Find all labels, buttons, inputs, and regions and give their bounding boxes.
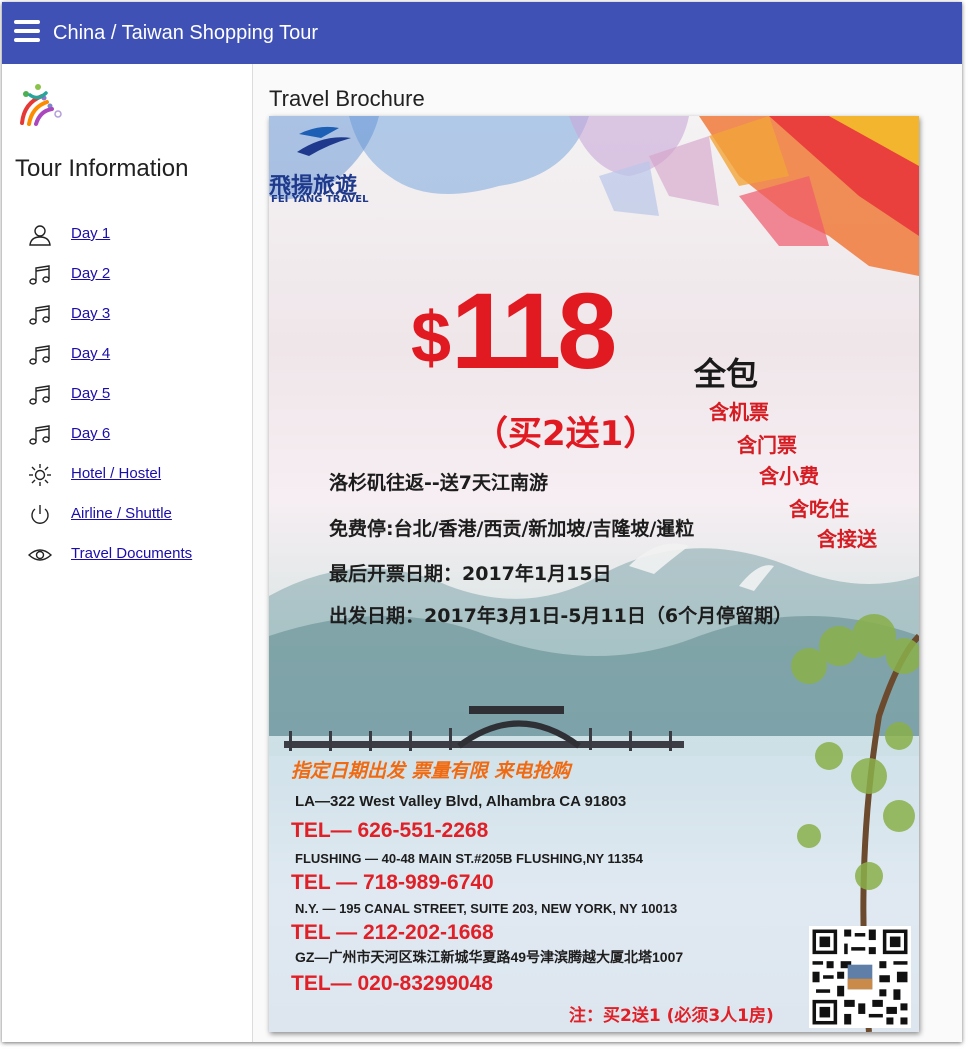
brochure-line-1: 洛杉矶往返--送7天江南游	[329, 472, 548, 494]
sidebar-item-day-2[interactable]: Day 2	[2, 255, 252, 295]
office-address: LA—322 West Valley Blvd, Alhambra CA 918…	[295, 793, 627, 810]
tour-logo	[20, 84, 62, 126]
brochure-line-4: 出发日期：2017年3月1日-5月11日（6个月停留期）	[329, 605, 793, 627]
brochure-line-2: 免费停:台北/香港/西贡/新加坡/吉隆坡/暹粒	[329, 518, 695, 540]
sidebar-item-day-3[interactable]: Day 3	[2, 295, 252, 335]
sidebar-item-hotel[interactable]: Hotel / Hostel	[2, 455, 252, 495]
brochure-line-3: 最后开票日期：2017年1月15日	[329, 563, 612, 585]
sidebar-nav: Day 1 Day 2 Day 3 Day 4 Day 5 Day 6 Hote…	[2, 215, 252, 575]
sidebar-item-day-1[interactable]: Day 1	[2, 215, 252, 255]
sidebar-link-airline[interactable]: Airline / Shuttle	[71, 505, 172, 523]
sun-icon	[29, 464, 51, 486]
sidebar-item-day-5[interactable]: Day 5	[2, 375, 252, 415]
sidebar-link-day-6[interactable]: Day 6	[71, 425, 110, 443]
office-tel: TEL— 020-83299048	[291, 972, 493, 995]
sidebar-item-day-6[interactable]: Day 6	[2, 415, 252, 455]
sidebar-link-day-4[interactable]: Day 4	[71, 345, 110, 363]
music-note-icon	[29, 305, 50, 325]
sidebar-item-day-4[interactable]: Day 4	[2, 335, 252, 375]
office-address: N.Y. — 195 CANAL STREET, SUITE 203, NEW …	[295, 901, 678, 916]
inclusion-item: 含机票	[709, 400, 769, 424]
inclusion-item: 含门票	[737, 433, 797, 457]
sidebar-item-documents[interactable]: Travel Documents	[2, 535, 252, 575]
office-tel: TEL — 718-989-6740	[291, 871, 494, 894]
music-note-icon	[29, 425, 50, 445]
brochure-note: 注：买2送1 (必须3人1房)	[569, 1006, 774, 1026]
qr-code	[809, 926, 911, 1028]
sidebar-link-documents[interactable]: Travel Documents	[71, 545, 192, 563]
office-tel: TEL— 626-551-2268	[291, 819, 489, 842]
music-note-icon	[29, 385, 50, 405]
sidebar: Tour Information Day 1 Day 2 Day 3 Day 4…	[2, 64, 253, 1042]
sidebar-link-day-1[interactable]: Day 1	[71, 225, 110, 243]
brochure-banner: 指定日期出发 票量有限 来电抢购	[291, 760, 571, 782]
app-window: China / Taiwan Shopping Tour Tour Inform…	[2, 2, 962, 1042]
power-icon	[31, 505, 49, 524]
price-value: 118	[451, 270, 617, 391]
sidebar-link-day-2[interactable]: Day 2	[71, 265, 110, 283]
music-note-icon	[29, 345, 50, 365]
sidebar-item-airline[interactable]: Airline / Shuttle	[2, 495, 252, 535]
menu-icon[interactable]	[14, 20, 40, 46]
inclusion-item: 含吃住	[789, 497, 849, 521]
brochure-brand-en: FEI YANG TRAVEL	[271, 194, 369, 205]
inclusion-item: 含接送	[817, 527, 877, 551]
main-content: Travel Brochure 飛揚旅遊 FEI YANG TRAVEL $11…	[253, 64, 962, 1042]
promo-text: （买2送1）	[474, 414, 658, 454]
inclusion-item: 含小费	[759, 464, 819, 488]
office-tel: TEL — 212-202-1668	[291, 921, 494, 944]
app-bar: China / Taiwan Shopping Tour	[2, 2, 962, 64]
brochure-price: $118	[411, 276, 617, 393]
eye-icon	[28, 549, 52, 561]
price-suffix: 全包	[694, 355, 759, 393]
office-address: FLUSHING — 40-48 MAIN ST.#205B FLUSHING,…	[295, 851, 643, 866]
music-note-icon	[29, 265, 50, 285]
sidebar-link-hotel[interactable]: Hotel / Hostel	[71, 465, 161, 483]
sidebar-link-day-5[interactable]: Day 5	[71, 385, 110, 403]
sidebar-heading: Tour Information	[15, 155, 189, 182]
person-icon	[29, 225, 51, 246]
travel-brochure-image: 飛揚旅遊 FEI YANG TRAVEL $118 全包 （买2送1） 含机票 …	[269, 116, 919, 1032]
app-title: China / Taiwan Shopping Tour	[53, 22, 318, 44]
page-title: Travel Brochure	[269, 86, 425, 111]
office-address: GZ—广州市天河区珠江新城华夏路49号津滨腾越大厦北塔1007	[295, 949, 684, 965]
sidebar-link-day-3[interactable]: Day 3	[71, 305, 110, 323]
price-symbol: $	[411, 298, 452, 378]
